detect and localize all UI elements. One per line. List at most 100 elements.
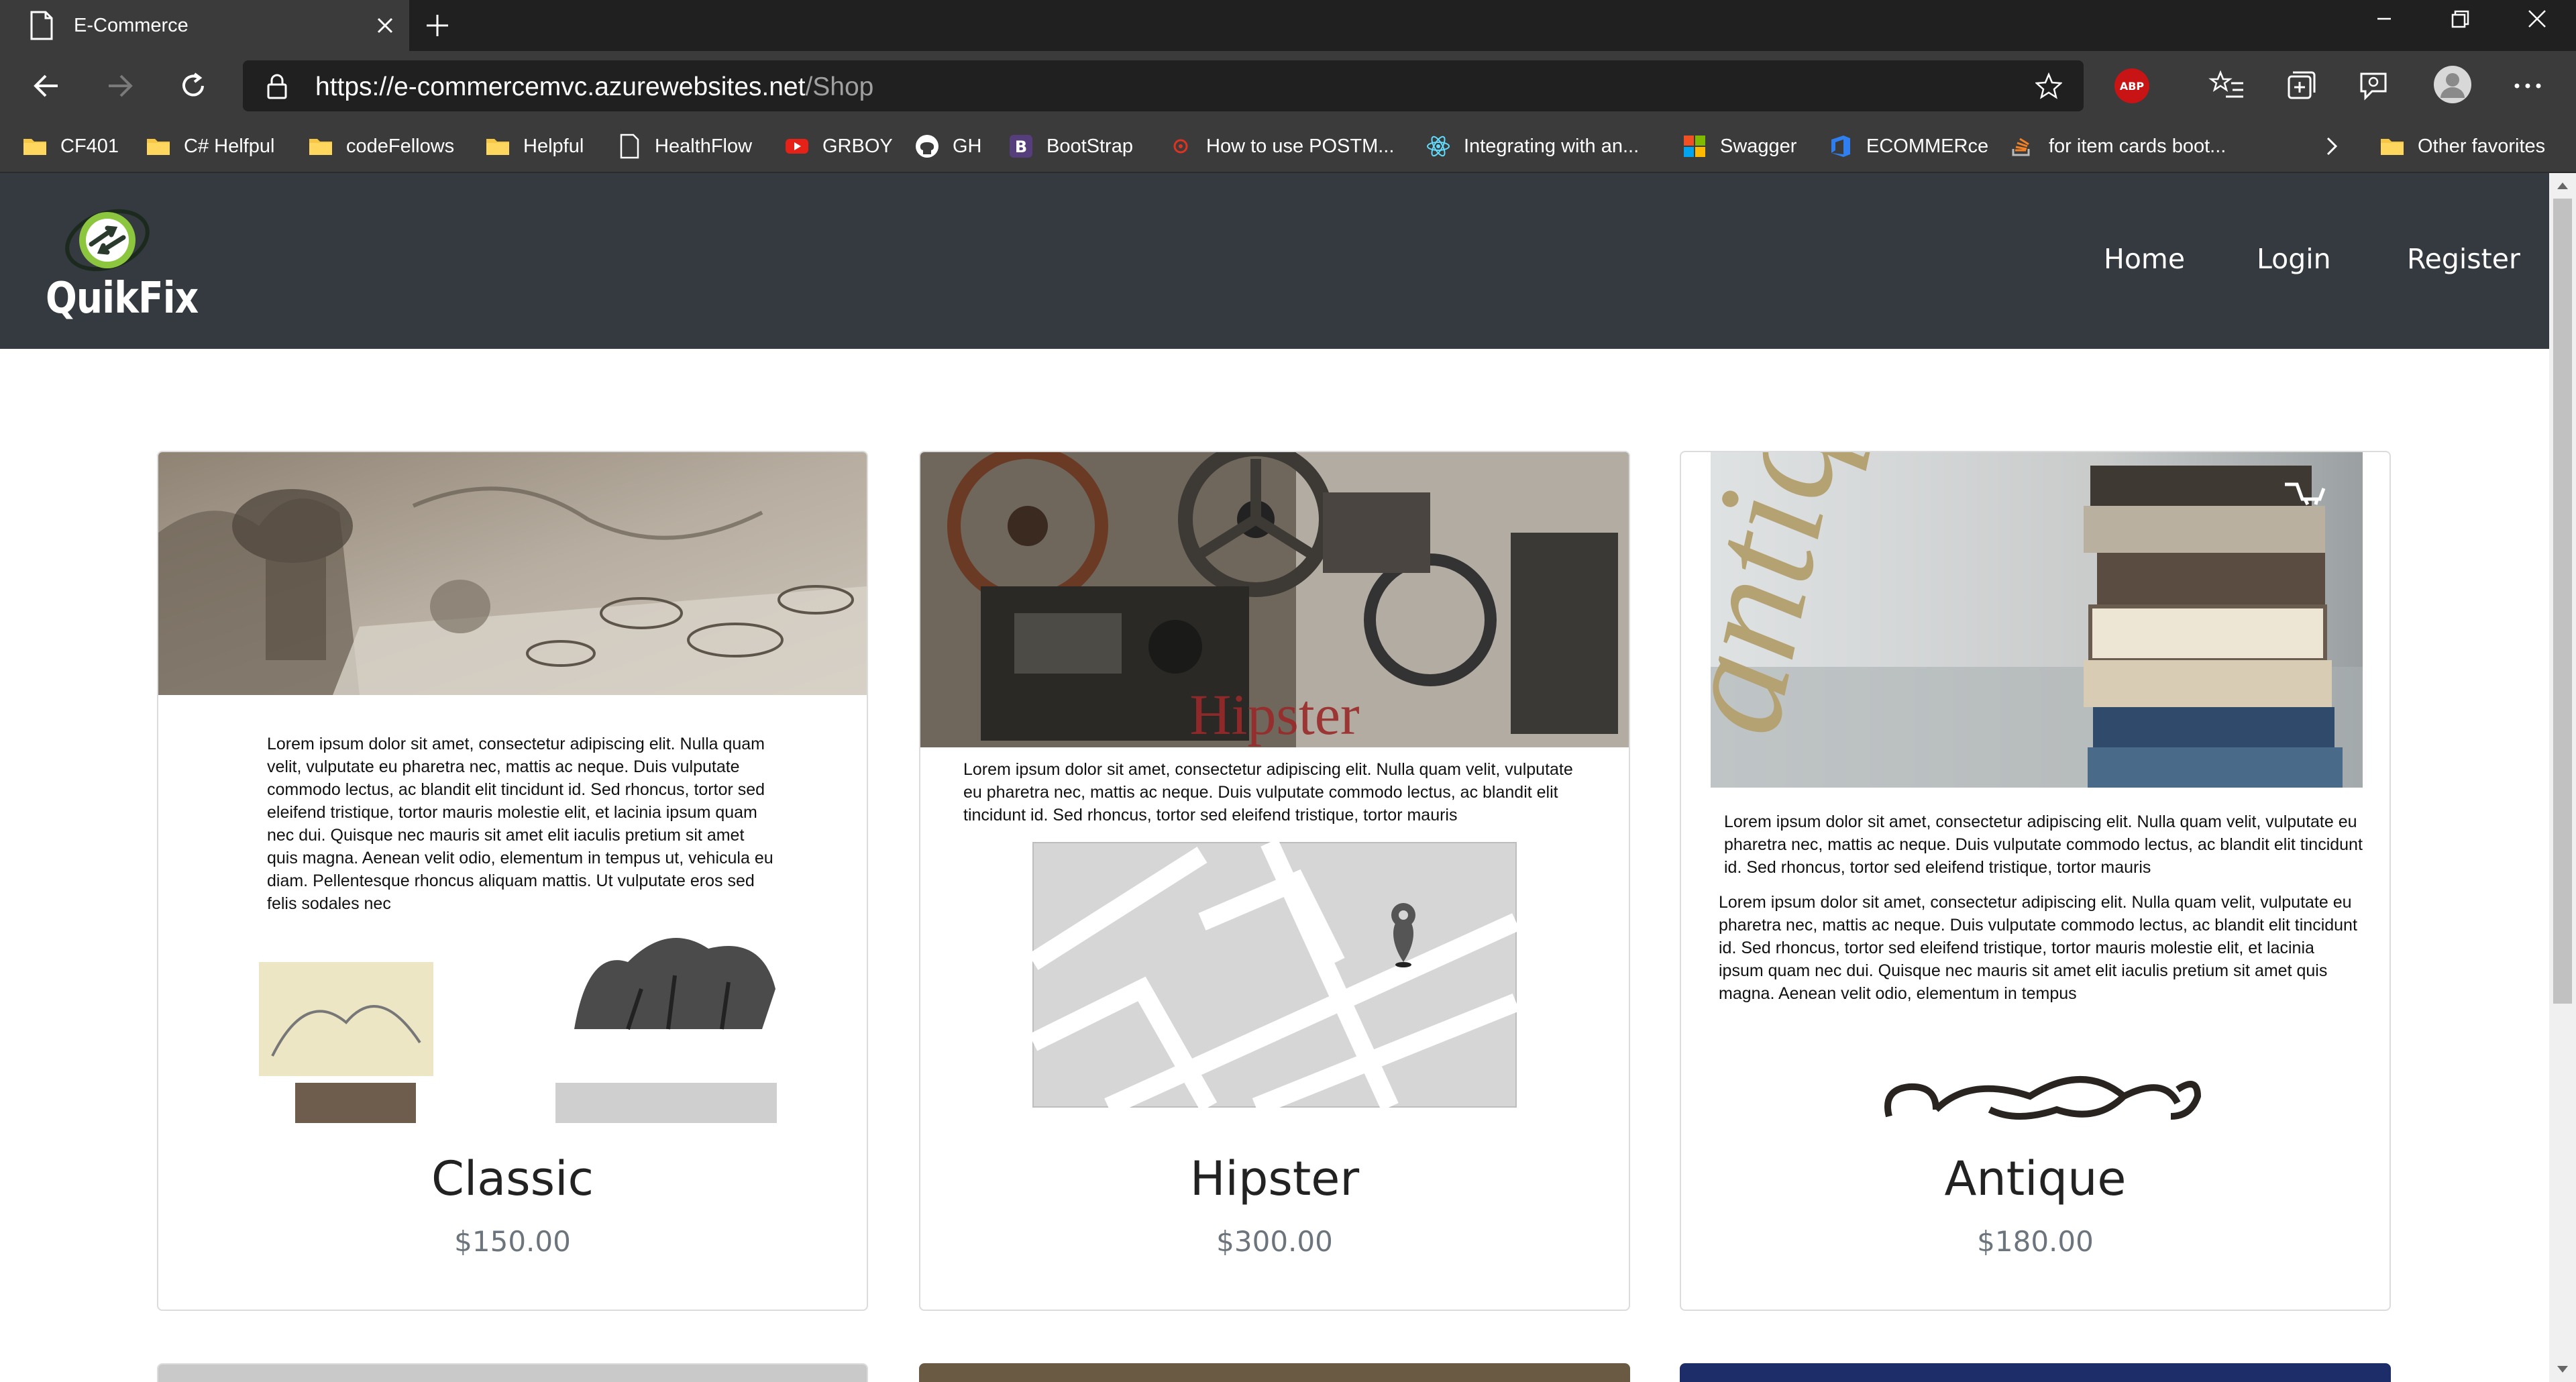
bookmark-label: GH bbox=[953, 135, 982, 157]
refresh-icon[interactable] bbox=[174, 67, 212, 105]
url-text[interactable]: https://e-commercemvc.azurewebsites.net/… bbox=[315, 72, 873, 102]
bookmark-label: Helpful bbox=[523, 135, 584, 157]
favorites-icon[interactable] bbox=[2208, 67, 2246, 105]
devops-icon bbox=[1831, 136, 1850, 157]
stackoverflow-icon bbox=[2012, 138, 2030, 156]
bookmark-item[interactable]: How to use POSTM... bbox=[1167, 119, 1394, 173]
restore-icon[interactable] bbox=[2439, 4, 2479, 34]
github-icon bbox=[916, 135, 938, 158]
favorite-star-icon[interactable] bbox=[2035, 72, 2062, 99]
address-bar[interactable]: https://e-commercemvc.azurewebsites.net/… bbox=[243, 60, 2084, 111]
bookmark-label: for item cards boot... bbox=[2049, 135, 2226, 157]
product-price: $180.00 bbox=[1977, 1225, 2094, 1258]
folder-icon bbox=[23, 139, 46, 155]
bookmark-item[interactable]: HealthFlow bbox=[616, 119, 752, 173]
chevron-right-icon[interactable] bbox=[2318, 133, 2345, 160]
bookmark-item[interactable]: B BootStrap bbox=[1008, 119, 1133, 173]
product-name: Classic bbox=[431, 1151, 594, 1206]
site-navbar: QuikFix Home Login Register bbox=[0, 173, 2549, 349]
nav-register-link[interactable]: Register bbox=[2407, 243, 2520, 275]
adblock-plus-icon[interactable]: ABP bbox=[2114, 68, 2149, 103]
hipster-description: Lorem ipsum dolor sit amet, consectetur … bbox=[963, 760, 1573, 825]
antique-books-illustration: antique bbox=[1681, 452, 2390, 1123]
postman-icon bbox=[1173, 139, 1188, 154]
other-favorites[interactable]: Other favorites bbox=[2379, 119, 2545, 173]
minimize-icon[interactable] bbox=[2364, 4, 2404, 34]
product-price: $300.00 bbox=[1216, 1225, 1333, 1258]
bookmark-item[interactable]: Swagger bbox=[1681, 119, 1796, 173]
brand-logo-text[interactable]: QuikFix bbox=[46, 274, 199, 323]
bookmark-label: GRBOY bbox=[822, 135, 893, 157]
quikfix-logo-icon[interactable] bbox=[60, 203, 154, 283]
svg-text:B: B bbox=[1015, 138, 1027, 156]
folder-icon bbox=[486, 139, 509, 155]
nav-home-link[interactable]: Home bbox=[2104, 243, 2185, 275]
back-icon[interactable] bbox=[28, 67, 66, 105]
bookmark-item[interactable]: C# Helfpul bbox=[145, 119, 274, 173]
product-card-next[interactable] bbox=[1680, 1363, 2391, 1382]
favorites-bar: CF401 C# Helfpul codeFellows Helpful Hea… bbox=[0, 119, 2576, 173]
product-image-antique[interactable]: antique Lorem ipsum dolor sit amet, cons… bbox=[1681, 452, 2390, 1123]
bookmark-label: Integrating with an... bbox=[1464, 135, 1640, 157]
nav-login-link[interactable]: Login bbox=[2257, 243, 2331, 275]
bookmark-item[interactable]: GH bbox=[914, 119, 982, 173]
product-card-antique[interactable]: antique Lorem ipsum dolor sit amet, cons… bbox=[1680, 451, 2391, 1311]
bookmark-label: ECOMMERce bbox=[1866, 135, 1989, 157]
close-window-icon[interactable] bbox=[2517, 4, 2557, 34]
folder-icon bbox=[2381, 139, 2404, 155]
bookmark-label: How to use POSTM... bbox=[1206, 135, 1395, 157]
feedback-icon[interactable] bbox=[2355, 67, 2392, 105]
antique-description-1: Lorem ipsum dolor sit amet, consectetur … bbox=[1724, 812, 2363, 877]
bookmark-item[interactable]: codeFellows bbox=[307, 119, 454, 173]
product-card-hipster[interactable]: Hipster Lorem ipsum dolor sit amet, cons… bbox=[919, 451, 1630, 1311]
folder-icon bbox=[309, 139, 332, 155]
product-card-next[interactable] bbox=[919, 1363, 1630, 1382]
page-icon bbox=[30, 11, 53, 40]
bookmark-item[interactable]: ECOMMERce bbox=[1827, 119, 1988, 173]
new-tab-icon[interactable] bbox=[423, 11, 452, 40]
product-image-hipster[interactable]: Hipster Lorem ipsum dolor sit amet, cons… bbox=[920, 452, 1629, 1123]
react-icon bbox=[1427, 136, 1450, 157]
bootstrap-icon: B bbox=[1010, 135, 1032, 158]
product-image-classic[interactable]: Lorem ipsum dolor sit amet, consectetur … bbox=[158, 452, 867, 1123]
url-path: /Shop bbox=[805, 72, 874, 101]
other-favorites-label: Other favorites bbox=[2418, 135, 2546, 157]
browser-toolbar: https://e-commercemvc.azurewebsites.net/… bbox=[0, 51, 2576, 119]
antique-description-2: Lorem ipsum dolor sit amet, consectetur … bbox=[1719, 893, 2357, 1003]
profile-avatar-icon[interactable] bbox=[2432, 64, 2473, 105]
collections-icon[interactable] bbox=[2281, 67, 2318, 105]
folder-icon bbox=[147, 139, 170, 155]
lock-icon[interactable] bbox=[266, 74, 288, 99]
bookmark-item[interactable]: for item cards boot... bbox=[2010, 119, 2226, 173]
bookmark-label: codeFellows bbox=[346, 135, 455, 157]
url-host: https://e-commercemvc.azurewebsites.net bbox=[315, 72, 806, 101]
product-card-classic[interactable]: Lorem ipsum dolor sit amet, consectetur … bbox=[157, 451, 868, 1311]
scroll-down-icon[interactable] bbox=[2556, 1365, 2569, 1375]
hipster-banner-text: Hipster bbox=[1189, 682, 1359, 747]
classic-description: Lorem ipsum dolor sit amet, consectetur … bbox=[267, 735, 773, 913]
forward-icon[interactable] bbox=[101, 67, 138, 105]
bookmark-item[interactable]: CF401 bbox=[21, 119, 119, 173]
browser-tab[interactable]: E-Commerce bbox=[0, 0, 409, 51]
bookmark-item[interactable]: GRBOY bbox=[784, 119, 893, 173]
product-card-next[interactable] bbox=[157, 1363, 868, 1382]
product-name: Antique bbox=[1944, 1151, 2127, 1206]
bookmark-item[interactable]: Integrating with an... bbox=[1425, 119, 1639, 173]
page-scrollbar[interactable] bbox=[2549, 173, 2576, 1382]
bookmark-label: C# Helfpul bbox=[184, 135, 275, 157]
bookmark-label: HealthFlow bbox=[655, 135, 753, 157]
page-icon bbox=[620, 134, 639, 159]
scroll-up-icon[interactable] bbox=[2556, 180, 2569, 191]
scrollbar-thumb[interactable] bbox=[2553, 199, 2572, 1004]
product-name: Hipster bbox=[1189, 1151, 1360, 1206]
bookmark-label: BootStrap bbox=[1046, 135, 1133, 157]
more-menu-icon[interactable] bbox=[2509, 67, 2546, 105]
youtube-icon bbox=[786, 139, 808, 154]
bookmark-label: Swagger bbox=[1720, 135, 1797, 157]
bookmark-item[interactable]: Helpful bbox=[484, 119, 584, 173]
bookmark-label: CF401 bbox=[60, 135, 119, 157]
browser-tab-strip: E-Commerce bbox=[0, 0, 2576, 51]
product-price: $150.00 bbox=[454, 1225, 571, 1258]
tab-title: E-Commerce bbox=[74, 14, 189, 36]
close-tab-icon[interactable] bbox=[372, 12, 398, 39]
